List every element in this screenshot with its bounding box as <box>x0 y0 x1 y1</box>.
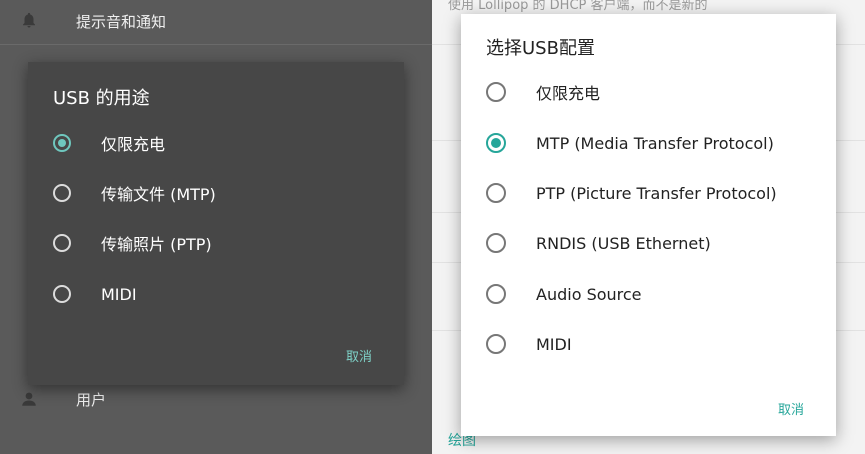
option-rndis[interactable]: RNDIS (USB Ethernet) <box>486 228 711 258</box>
radio-unselected-icon[interactable] <box>486 233 506 253</box>
option-mtp[interactable]: MTP (Media Transfer Protocol) <box>486 128 774 158</box>
option-label: 仅限充电 <box>101 135 166 154</box>
option-label: MIDI <box>101 284 137 304</box>
option-label: MIDI <box>536 334 572 354</box>
cancel-button[interactable]: 取消 <box>346 346 372 365</box>
option-audio-source[interactable]: Audio Source <box>486 279 642 309</box>
option-label: PTP (Picture Transfer Protocol) <box>536 183 777 203</box>
option-charge-only[interactable]: 仅限充电 <box>486 77 600 107</box>
option-label: MTP (Media Transfer Protocol) <box>536 133 774 153</box>
option-midi[interactable]: MIDI <box>486 329 572 359</box>
usb-purpose-dialog: USB 的用途 仅限充电 传输文件 (MTP) 传输照片 (PTP) MIDI … <box>28 62 404 385</box>
radio-unselected-icon[interactable] <box>486 183 506 203</box>
radio-unselected-icon[interactable] <box>486 334 506 354</box>
option-charge-only[interactable]: 仅限充电 <box>53 128 165 158</box>
option-label: 传输文件 (MTP) <box>101 185 216 204</box>
user-icon <box>22 392 36 406</box>
radio-unselected-icon[interactable] <box>53 285 71 303</box>
option-label: RNDIS (USB Ethernet) <box>536 233 711 253</box>
radio-unselected-icon[interactable] <box>486 284 506 304</box>
dialog-title: 选择USB配置 <box>486 38 595 59</box>
radio-selected-icon[interactable] <box>486 133 506 153</box>
settings-summary-text: 使用 Lollipop 的 DHCP 客户端，而不是新的 <box>448 0 708 13</box>
usb-config-dialog: 选择USB配置 仅限充电 MTP (Media Transfer Protoco… <box>461 14 836 436</box>
radio-unselected-icon[interactable] <box>486 82 506 102</box>
bell-icon <box>23 12 35 28</box>
option-transfer-photos[interactable]: 传输照片 (PTP) <box>53 228 212 258</box>
radio-unselected-icon[interactable] <box>53 184 71 202</box>
option-label: 传输照片 (PTP) <box>101 235 212 254</box>
option-transfer-files[interactable]: 传输文件 (MTP) <box>53 178 216 208</box>
settings-item-users[interactable]: 用户 <box>76 389 106 410</box>
option-ptp[interactable]: PTP (Picture Transfer Protocol) <box>486 178 777 208</box>
cancel-button[interactable]: 取消 <box>778 399 804 418</box>
dialog-title: USB 的用途 <box>53 88 150 109</box>
settings-item-sound[interactable]: 提示音和通知 <box>76 11 166 32</box>
radio-selected-icon[interactable] <box>53 134 71 152</box>
option-label: Audio Source <box>536 284 642 304</box>
option-label: 仅限充电 <box>536 84 601 103</box>
option-midi[interactable]: MIDI <box>53 279 137 309</box>
radio-unselected-icon[interactable] <box>53 234 71 252</box>
divider <box>0 44 432 45</box>
